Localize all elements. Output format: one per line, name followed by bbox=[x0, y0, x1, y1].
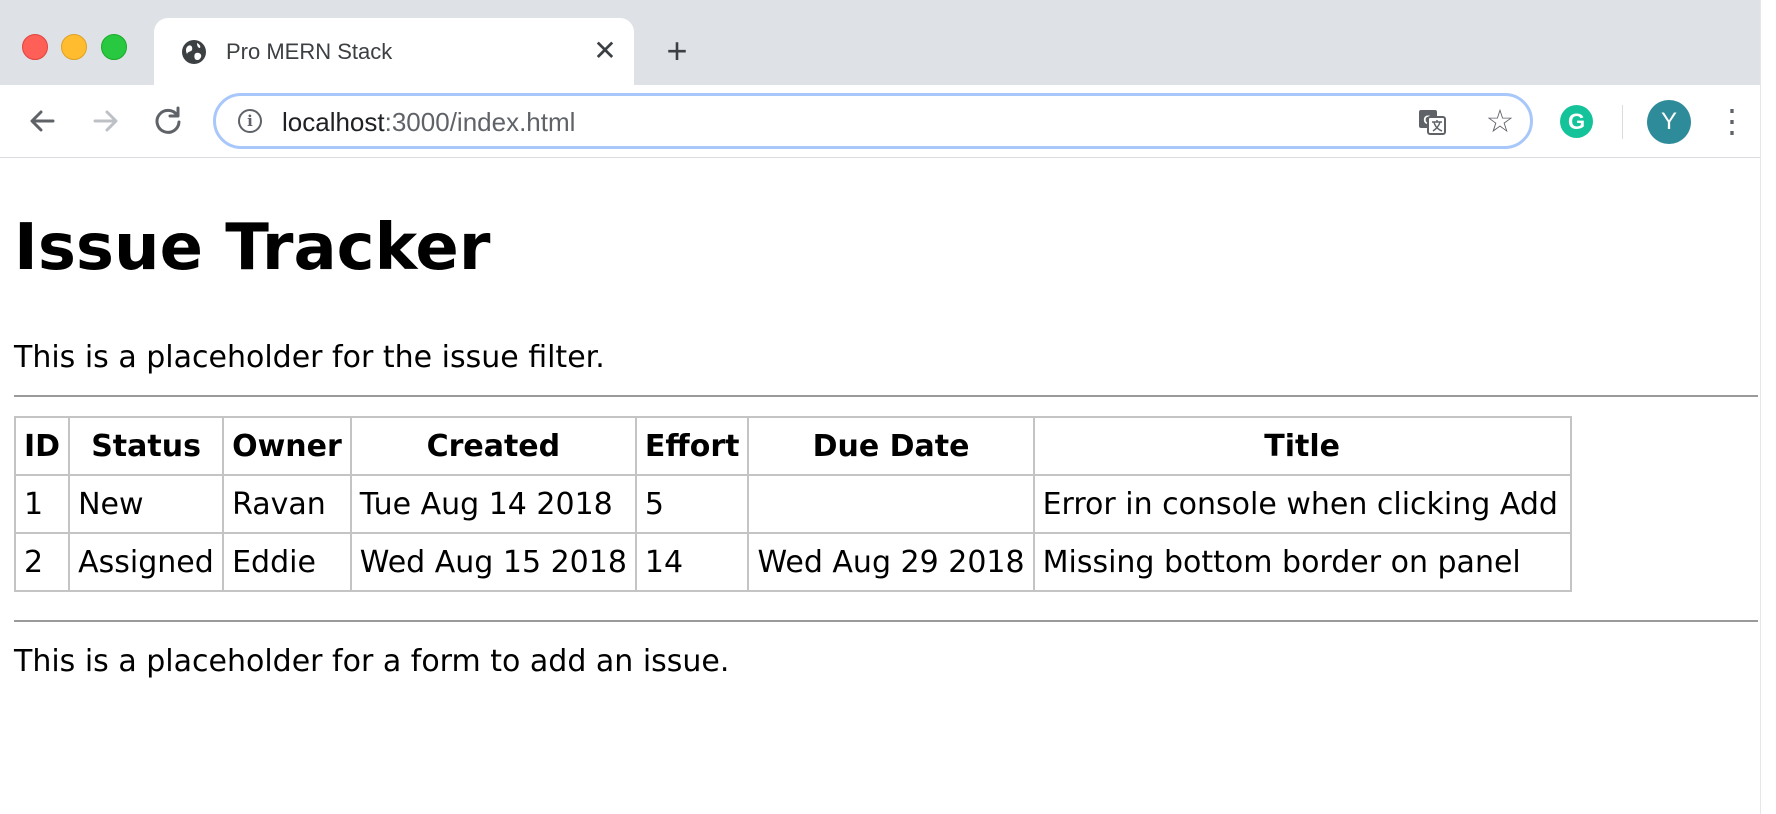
column-header-title: Title bbox=[1032, 416, 1572, 476]
cell-id: 2 bbox=[13, 532, 71, 592]
window-close-button[interactable] bbox=[22, 34, 48, 60]
window-minimize-button[interactable] bbox=[61, 34, 87, 60]
table-header-row: ID Status Owner Created Effort Due Date … bbox=[13, 416, 1572, 476]
table-row: 1 New Ravan Tue Aug 14 2018 5 Error in c… bbox=[13, 474, 1572, 534]
kebab-menu-icon[interactable]: ⋮ bbox=[1716, 103, 1748, 139]
column-header-created: Created bbox=[349, 416, 637, 476]
page-title: Issue Tracker bbox=[14, 211, 491, 285]
new-tab-button[interactable]: + bbox=[660, 33, 694, 69]
info-icon[interactable]: i bbox=[238, 109, 262, 133]
column-header-effort: Effort bbox=[634, 416, 750, 476]
avatar[interactable]: Y bbox=[1647, 100, 1691, 144]
url-path: :3000/index.html bbox=[384, 107, 576, 137]
url-text[interactable]: localhost:3000/index.html bbox=[282, 106, 575, 138]
browser-toolbar: i localhost:3000/index.html G ☆ G Y ⋮ bbox=[0, 85, 1760, 158]
address-bar[interactable]: i localhost:3000/index.html G ☆ bbox=[213, 93, 1533, 149]
window-edge bbox=[1760, 0, 1776, 814]
cell-title: Error in console when clicking Add bbox=[1032, 474, 1572, 534]
cell-owner: Ravan bbox=[222, 474, 352, 534]
issue-table: ID Status Owner Created Effort Due Date … bbox=[13, 416, 1572, 592]
cell-effort: 14 bbox=[634, 532, 750, 592]
cell-status: Assigned bbox=[68, 532, 225, 592]
issue-filter-placeholder: This is a placeholder for the issue filt… bbox=[14, 340, 605, 375]
cell-effort: 5 bbox=[634, 474, 750, 534]
cell-created: Tue Aug 14 2018 bbox=[349, 474, 637, 534]
toolbar-divider bbox=[1622, 105, 1623, 139]
tab-title: Pro MERN Stack bbox=[226, 39, 393, 64]
cell-id: 1 bbox=[13, 474, 71, 534]
forward-arrow-icon[interactable] bbox=[88, 103, 124, 139]
divider bbox=[14, 395, 1758, 397]
tab-strip: Pro MERN Stack ✕ + bbox=[0, 0, 1760, 85]
cell-owner: Eddie bbox=[222, 532, 352, 592]
divider bbox=[14, 620, 1758, 622]
column-header-id: ID bbox=[13, 416, 71, 476]
issue-add-placeholder: This is a placeholder for a form to add … bbox=[14, 644, 730, 679]
browser-tab[interactable]: Pro MERN Stack ✕ bbox=[154, 18, 634, 85]
cell-due-date: Wed Aug 29 2018 bbox=[747, 532, 1035, 592]
reload-icon[interactable] bbox=[150, 103, 186, 139]
column-header-status: Status bbox=[68, 416, 225, 476]
column-header-owner: Owner bbox=[222, 416, 352, 476]
cell-status: New bbox=[68, 474, 225, 534]
close-icon[interactable]: ✕ bbox=[590, 36, 620, 66]
window-maximize-button[interactable] bbox=[101, 34, 127, 60]
star-icon[interactable]: ☆ bbox=[1482, 103, 1518, 139]
browser-window: Pro MERN Stack ✕ + i localhost:3000/inde… bbox=[0, 0, 1760, 814]
table-row: 2 Assigned Eddie Wed Aug 15 2018 14 Wed … bbox=[13, 532, 1572, 592]
globe-icon bbox=[182, 40, 206, 64]
url-host: localhost bbox=[282, 107, 385, 137]
translate-icon[interactable]: G bbox=[1417, 107, 1447, 137]
back-arrow-icon[interactable] bbox=[24, 103, 60, 139]
cell-due-date bbox=[747, 474, 1035, 534]
cell-title: Missing bottom border on panel bbox=[1032, 532, 1572, 592]
grammarly-icon[interactable]: G bbox=[1560, 105, 1593, 138]
cell-created: Wed Aug 15 2018 bbox=[349, 532, 637, 592]
page-content: Issue Tracker This is a placeholder for … bbox=[13, 158, 1760, 814]
column-header-due-date: Due Date bbox=[747, 416, 1035, 476]
